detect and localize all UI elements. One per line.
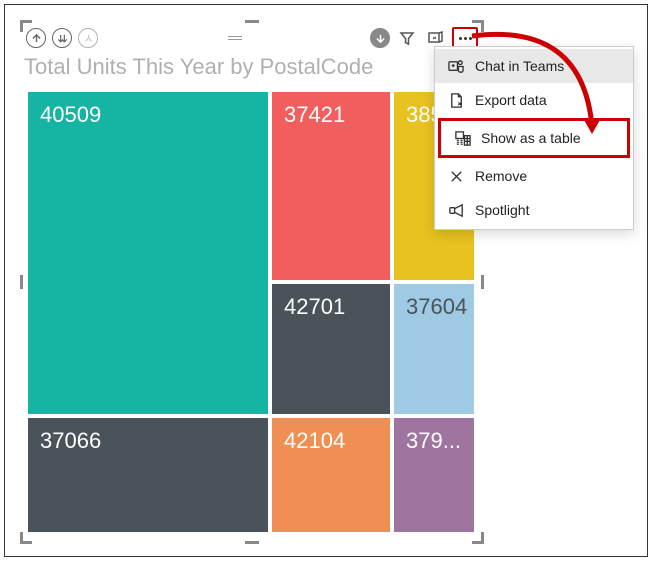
treemap-cell[interactable]: 42701	[272, 284, 390, 414]
treemap-chart[interactable]: 40509 37066 37421 42701 42104 38501 3760…	[28, 92, 474, 532]
drill-up-icon[interactable]	[26, 28, 46, 48]
menu-spotlight[interactable]: Spotlight	[435, 193, 633, 227]
cell-label: 40509	[40, 102, 101, 127]
menu-remove[interactable]: Remove	[435, 159, 633, 193]
cell-label: 42104	[284, 428, 345, 453]
treemap-cell[interactable]: 37604	[394, 284, 474, 414]
chart-title: Total Units This Year by PostalCode	[24, 54, 373, 80]
visual-toolbar	[22, 24, 482, 52]
treemap-cell[interactable]: 37421	[272, 92, 390, 280]
expand-icon[interactable]	[78, 28, 98, 48]
menu-label: Show as a table	[481, 130, 581, 146]
menu-export-data[interactable]: Export data	[435, 83, 633, 117]
spotlight-icon	[447, 201, 465, 219]
treemap-cell[interactable]: 379...	[394, 418, 474, 532]
cell-label: 37421	[284, 102, 345, 127]
cell-label: 42701	[284, 294, 345, 319]
menu-chat-teams[interactable]: Chat in Teams	[435, 49, 633, 83]
filter-icon[interactable]	[396, 27, 418, 49]
treemap-cell[interactable]: 37066	[28, 418, 268, 532]
cell-label: 379...	[406, 428, 461, 453]
next-level-icon[interactable]	[370, 28, 390, 48]
treemap-cell[interactable]: 42104	[272, 418, 390, 532]
selection-corner	[472, 532, 484, 544]
table-icon	[453, 129, 471, 147]
menu-show-table[interactable]: Show as a table	[438, 118, 630, 158]
context-menu: Chat in Teams Export data Show as a tabl…	[434, 46, 634, 230]
selection-handle[interactable]	[481, 275, 484, 289]
menu-label: Chat in Teams	[475, 58, 564, 74]
export-icon	[447, 91, 465, 109]
cell-label: 37066	[40, 428, 101, 453]
selection-corner	[20, 532, 32, 544]
selection-handle[interactable]	[245, 541, 259, 544]
close-icon	[447, 167, 465, 185]
drag-handle-icon[interactable]	[224, 36, 246, 40]
menu-label: Export data	[475, 92, 547, 108]
menu-label: Remove	[475, 168, 527, 184]
drill-down-icon[interactable]	[52, 28, 72, 48]
teams-icon	[447, 57, 465, 75]
cell-label: 37604	[406, 294, 467, 319]
treemap-cell[interactable]: 40509	[28, 92, 268, 414]
selection-handle[interactable]	[20, 275, 23, 289]
selection-handle[interactable]	[245, 20, 259, 23]
visual-container: Total Units This Year by PostalCode 4050…	[22, 22, 482, 542]
menu-label: Spotlight	[475, 202, 529, 218]
